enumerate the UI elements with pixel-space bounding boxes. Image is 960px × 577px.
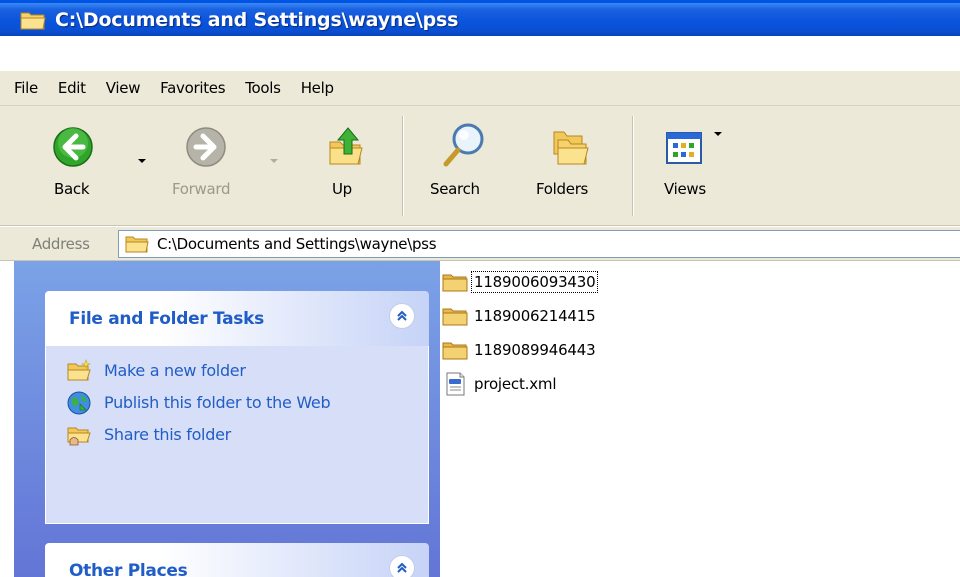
forward-arrow-icon: [186, 127, 226, 167]
folder-icon: [125, 236, 149, 253]
file-list[interactable]: 1189006093430 1189006214415 118908994644…: [440, 261, 960, 577]
file-name: 1189006093430: [470, 271, 599, 293]
file-folder-tasks-title: File and Folder Tasks: [69, 308, 264, 329]
address-value: C:\Documents and Settings\wayne\pss: [157, 235, 437, 253]
file-item-folder[interactable]: 1189089946443: [442, 337, 597, 363]
file-name: 1189089946443: [474, 341, 596, 359]
collapse-button[interactable]: [389, 555, 415, 577]
address-bar: Address C:\Documents and Settings\wayne\…: [0, 227, 960, 261]
menu-favorites[interactable]: Favorites: [150, 71, 235, 106]
forward-label: Forward: [172, 180, 231, 198]
make-new-folder-task[interactable]: Make a new folder: [46, 358, 428, 384]
double-chevron-up-icon: [397, 562, 407, 573]
other-places-header[interactable]: Other Places: [45, 543, 429, 577]
menu-bar: File Edit View Favorites Tools Help: [0, 71, 960, 106]
task-pane: File and Folder Tasks Make a new folder: [14, 261, 440, 577]
folder-icon: [442, 274, 468, 292]
toolbar-separator: [632, 116, 634, 216]
title-bar[interactable]: C:\Documents and Settings\wayne\pss: [0, 0, 960, 36]
share-folder-task[interactable]: Share this folder: [46, 422, 428, 448]
file-folder-tasks-body: Make a new folder Publish this folder to…: [45, 346, 429, 524]
folders-button[interactable]: Folders: [526, 106, 616, 226]
new-folder-icon: [67, 359, 91, 381]
back-arrow-icon: [53, 127, 93, 167]
toolbar-separator: [402, 116, 404, 216]
window-title: C:\Documents and Settings\wayne\pss: [55, 8, 459, 31]
double-chevron-up-icon: [397, 310, 407, 321]
views-dropdown[interactable]: [714, 132, 722, 136]
address-label: Address: [32, 235, 90, 253]
file-folder-tasks-header[interactable]: File and Folder Tasks: [45, 291, 429, 346]
make-new-folder-label: Make a new folder: [104, 361, 246, 380]
folder-up-icon: [329, 127, 363, 165]
other-places-panel: Other Places: [45, 543, 429, 577]
back-history-dropdown[interactable]: [138, 159, 146, 163]
views-label: Views: [664, 180, 706, 198]
file-name: project.xml: [474, 375, 557, 393]
folder-icon: [442, 342, 468, 360]
collapse-button[interactable]: [389, 303, 415, 329]
views-icon: [666, 132, 702, 164]
xml-file-icon: [446, 372, 465, 396]
publish-folder-task[interactable]: Publish this folder to the Web: [46, 390, 428, 416]
up-label: Up: [332, 180, 352, 198]
shared-folder-icon: [67, 427, 91, 446]
forward-history-dropdown[interactable]: [270, 159, 278, 163]
other-places-title: Other Places: [69, 560, 188, 577]
menu-view[interactable]: View: [96, 71, 150, 106]
views-button[interactable]: Views: [654, 106, 728, 226]
menu-help[interactable]: Help: [291, 71, 344, 106]
file-item-xml[interactable]: project.xml: [442, 371, 558, 397]
publish-folder-label: Publish this folder to the Web: [104, 393, 331, 412]
up-button[interactable]: Up: [318, 106, 372, 226]
search-button[interactable]: Search: [420, 106, 504, 226]
folder-icon: [442, 308, 468, 326]
magnifier-icon: [443, 123, 484, 167]
address-input[interactable]: C:\Documents and Settings\wayne\pss: [118, 230, 960, 258]
folder-icon: [20, 12, 46, 29]
folders-icon: [553, 131, 589, 165]
file-folder-tasks-panel: File and Folder Tasks Make a new folder: [45, 291, 429, 524]
file-item-folder[interactable]: 1189006093430: [442, 269, 599, 295]
toolbar: Back Forward Up Search Folders Views: [0, 106, 960, 226]
forward-button[interactable]: Forward: [160, 106, 260, 226]
search-label: Search: [430, 180, 480, 198]
menu-edit[interactable]: Edit: [48, 71, 96, 106]
file-item-folder[interactable]: 1189006214415: [442, 303, 597, 329]
folders-label: Folders: [536, 180, 589, 198]
share-folder-label: Share this folder: [104, 425, 231, 444]
file-name: 1189006214415: [474, 307, 596, 325]
menu-file[interactable]: File: [4, 71, 48, 106]
globe-icon: [67, 391, 91, 415]
back-button[interactable]: Back: [42, 106, 102, 226]
back-label: Back: [54, 180, 90, 198]
menu-tools[interactable]: Tools: [235, 71, 290, 106]
